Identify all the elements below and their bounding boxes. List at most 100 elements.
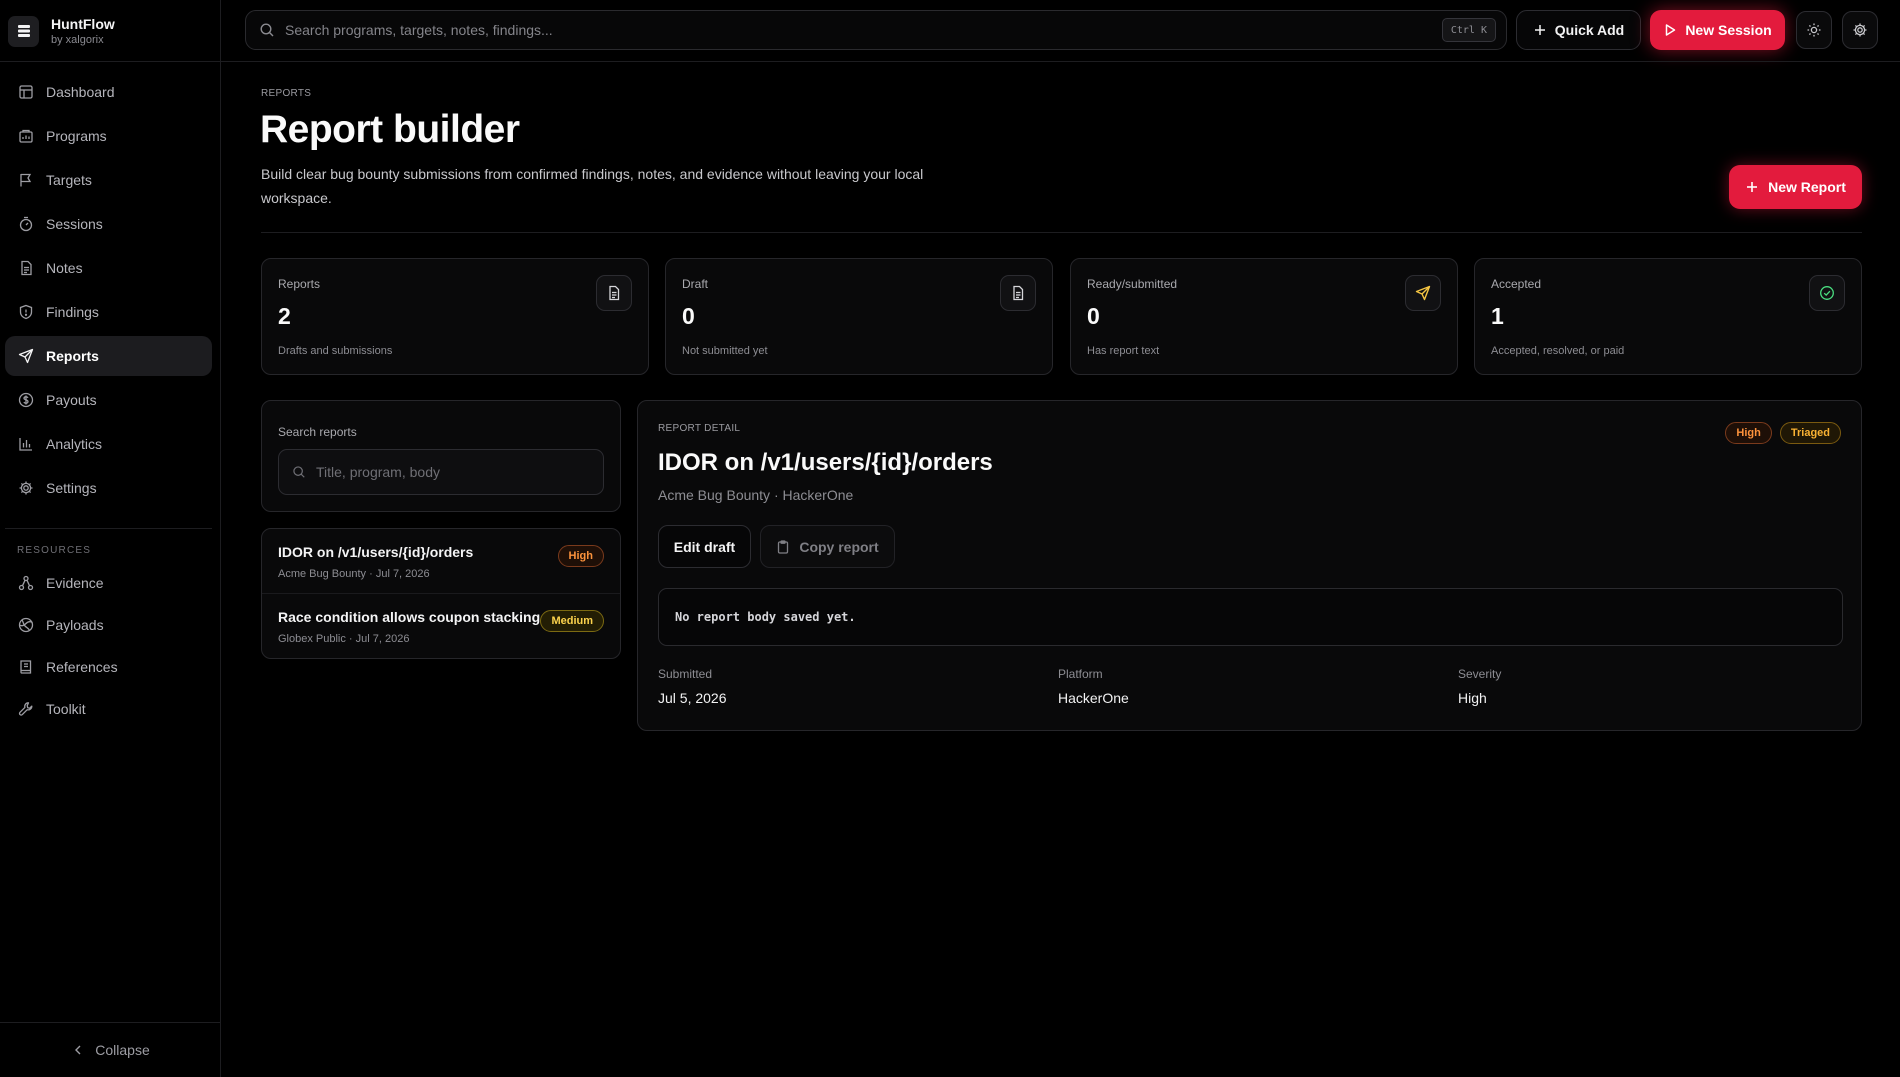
brand-subtitle: by xalgorix <box>51 33 104 46</box>
sidebar-item-sessions[interactable]: Sessions <box>5 204 212 244</box>
search-reports-field[interactable] <box>278 449 604 495</box>
sidebar-item-label: Settings <box>46 480 97 496</box>
shortcut-hint: Ctrl K <box>1441 18 1496 42</box>
stat-card-ready: Ready/submitted 0 Has report text <box>1070 258 1458 375</box>
new-report-button[interactable]: New Report <box>1729 165 1862 209</box>
bar-chart-icon <box>19 438 32 451</box>
stat-card-accepted: Accepted 1 Accepted, resolved, or paid <box>1474 258 1862 375</box>
send-icon <box>18 348 34 364</box>
sidebar-item-label: Payouts <box>46 392 97 408</box>
evidence-icon <box>18 575 34 591</box>
sidebar-item-payouts[interactable]: Payouts <box>5 380 212 420</box>
search-reports-input[interactable] <box>316 464 603 480</box>
shield-icon <box>19 304 33 320</box>
global-search-input[interactable] <box>285 22 1442 38</box>
brand-logo-icon <box>8 15 39 47</box>
field-value: Jul 5, 2026 <box>658 690 727 706</box>
field-label: Submitted <box>658 667 713 681</box>
sidebar-item-reports[interactable]: Reports <box>5 336 212 376</box>
stat-label: Ready/submitted <box>1087 277 1178 291</box>
list-item[interactable]: IDOR on /v1/users/{id}/orders Acme Bug B… <box>262 529 620 593</box>
stat-caption: Accepted, resolved, or paid <box>1491 345 1625 357</box>
dollar-icon <box>18 392 34 408</box>
collapse-sidebar-button[interactable]: Collapse <box>0 1036 221 1064</box>
brand[interactable]: HuntFlow by xalgorix <box>8 11 115 51</box>
chevron-left-icon <box>75 1045 81 1055</box>
sidebar-item-payloads[interactable]: Payloads <box>5 606 212 644</box>
stat-caption: Not submitted yet <box>682 345 768 357</box>
edit-draft-button[interactable]: Edit draft <box>658 525 751 568</box>
stat-card-reports: Reports 2 Drafts and submissions <box>261 258 649 375</box>
book-icon <box>20 660 32 674</box>
global-search[interactable]: Ctrl K <box>245 10 1507 50</box>
gear-icon <box>1853 23 1867 37</box>
field-submitted: Submitted Jul 5, 2026 <box>658 667 727 706</box>
stopwatch-icon <box>19 216 33 232</box>
sidebar-item-label: Sessions <box>46 216 103 232</box>
detail-badges: High Triaged <box>1725 422 1841 444</box>
report-meta: Acme Bug Bounty · Jul 7, 2026 <box>278 568 430 580</box>
stat-value: 1 <box>1491 303 1504 329</box>
gear-icon <box>19 481 33 495</box>
field-label: Severity <box>1458 667 1502 681</box>
document-icon <box>596 275 632 311</box>
search-reports-panel: Search reports <box>261 400 621 512</box>
stat-caption: Drafts and submissions <box>278 345 393 357</box>
note-icon <box>21 260 32 276</box>
sidebar-item-notes[interactable]: Notes <box>5 248 212 288</box>
status-badge: Triaged <box>1779 422 1841 444</box>
plus-icon <box>1534 25 1545 35</box>
report-body: No report body saved yet. <box>658 588 1843 646</box>
sidebar-item-evidence[interactable]: Evidence <box>5 564 212 602</box>
sidebar-item-targets[interactable]: Targets <box>5 160 212 200</box>
sidebar-item-label: Findings <box>46 304 99 320</box>
divider <box>0 1022 221 1023</box>
sidebar-item-label: Dashboard <box>46 84 115 100</box>
divider <box>261 232 1862 233</box>
report-list: IDOR on /v1/users/{id}/orders Acme Bug B… <box>261 528 621 659</box>
sidebar-item-label: Analytics <box>46 436 103 452</box>
app-root: HuntFlow by xalgorix Dashboard Programs … <box>0 0 1900 1077</box>
sidebar-item-toolkit[interactable]: Toolkit <box>5 690 212 728</box>
severity-badge: High <box>557 545 604 567</box>
new-session-button[interactable]: New Session <box>1650 10 1785 50</box>
sidebar-item-findings[interactable]: Findings <box>5 292 212 332</box>
search-icon <box>293 466 305 478</box>
settings-button[interactable] <box>1842 11 1878 49</box>
search-reports-label: Search reports <box>278 425 357 439</box>
sidebar-item-analytics[interactable]: Analytics <box>5 424 212 464</box>
sidebar-item-label: Payloads <box>46 617 104 633</box>
sidebar-item-label: Reports <box>46 348 99 364</box>
wrench-icon <box>18 702 33 716</box>
sidebar-item-references[interactable]: References <box>5 648 212 686</box>
sidebar-item-label: References <box>46 659 118 675</box>
report-title: Race condition allows coupon stacking <box>278 609 541 625</box>
new-report-label: New Report <box>1768 179 1846 195</box>
detail-title: IDOR on /v1/users/{id}/orders <box>658 449 993 476</box>
divider <box>0 61 221 62</box>
main-nav: Dashboard Programs Targets Sessions Note… <box>5 72 212 512</box>
stat-label: Reports <box>278 277 321 291</box>
list-item[interactable]: Race condition allows coupon stacking Gl… <box>262 593 620 657</box>
copy-report-button[interactable]: Copy report <box>760 525 895 568</box>
stat-value: 0 <box>682 303 695 329</box>
payload-icon <box>18 617 34 633</box>
sidebar-item-label: Toolkit <box>46 701 86 717</box>
report-detail-panel: REPORT DETAIL High Triaged IDOR on /v1/u… <box>637 400 1862 731</box>
document-icon <box>1000 275 1036 311</box>
sidebar-item-settings[interactable]: Settings <box>5 468 212 508</box>
send-icon <box>1405 275 1441 311</box>
copy-report-label: Copy report <box>799 538 879 555</box>
theme-toggle-button[interactable] <box>1796 11 1832 49</box>
sun-icon <box>1807 23 1821 37</box>
search-icon <box>260 23 274 37</box>
sidebar-item-label: Evidence <box>46 575 104 591</box>
sidebar-item-programs[interactable]: Programs <box>5 116 212 156</box>
plus-icon <box>1747 182 1758 192</box>
divider <box>5 528 212 529</box>
sidebar-item-label: Targets <box>46 172 92 188</box>
sidebar-item-dashboard[interactable]: Dashboard <box>5 72 212 112</box>
quick-add-button[interactable]: Quick Add <box>1516 10 1641 50</box>
divider <box>221 61 1900 62</box>
stat-value: 0 <box>1087 303 1100 329</box>
